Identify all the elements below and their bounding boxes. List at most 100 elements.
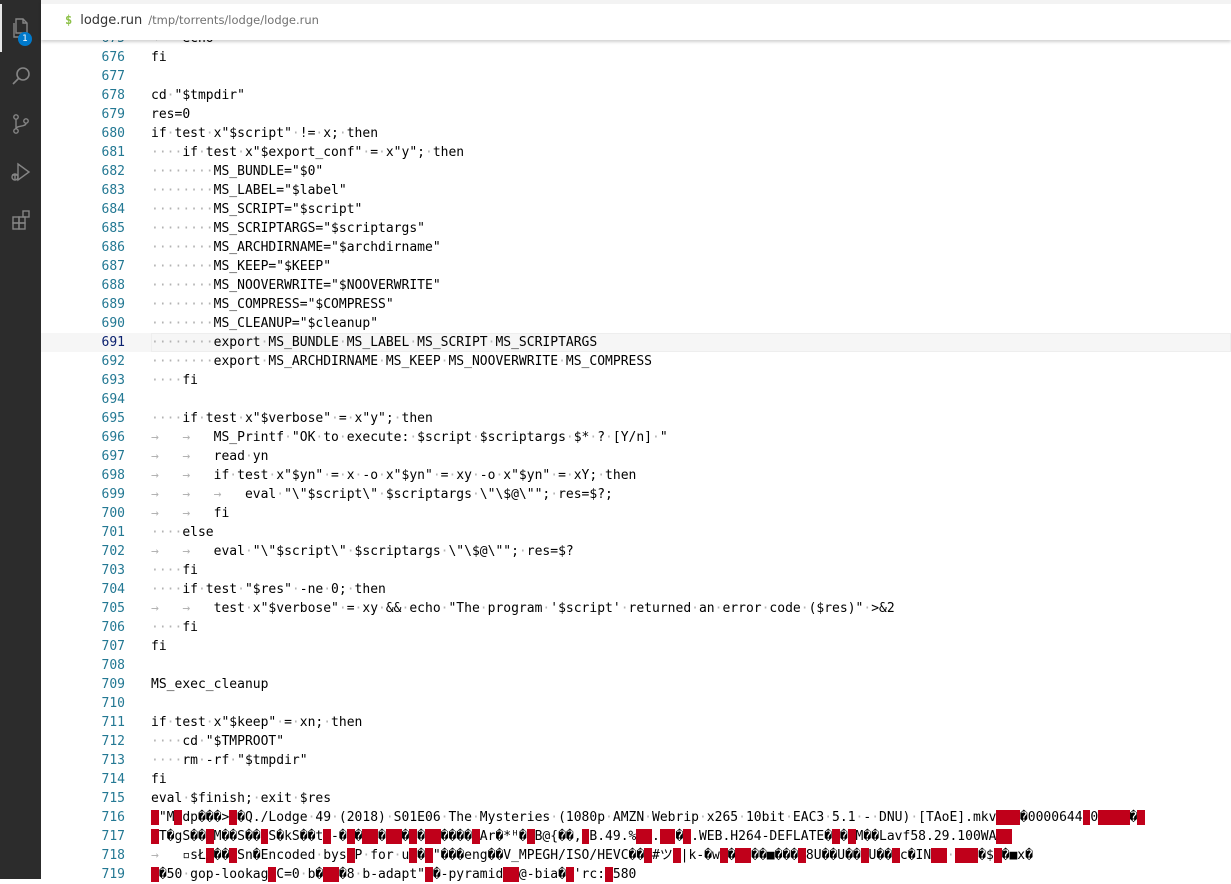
- code-line[interactable]: 683 ········MS_LABEL="$label": [41, 181, 1231, 200]
- tab-strip-edge: [41, 0, 1231, 4]
- code-line[interactable]: 695 ····if·test·x"$verbose"·=·x"y";·then: [41, 409, 1231, 428]
- line-number: 677: [101, 69, 125, 84]
- line-number: 706: [101, 620, 125, 635]
- code-line[interactable]: 689 ········MS_COMPRESS="$COMPRESS": [41, 295, 1231, 314]
- code-line[interactable]: 678 cd·"$tmpdir": [41, 86, 1231, 105]
- code-line[interactable]: 690 ········MS_CLEANUP="$cleanup": [41, 314, 1231, 333]
- editor[interactable]: $ lodge.run /tmp/torrents/lodge/lodge.ru…: [41, 0, 1231, 882]
- explorer-badge: 1: [18, 32, 32, 46]
- line-text: MS_exec_cleanup: [151, 677, 269, 692]
- line-number: 696: [101, 430, 125, 445]
- code-line[interactable]: 712 ····cd·"$TMPROOT": [41, 732, 1231, 751]
- code-line[interactable]: 703 ····fi: [41, 561, 1231, 580]
- code-line[interactable]: 713 ····rm·-rf·"$tmpdir": [41, 751, 1231, 770]
- code-line[interactable]: 701 ····else: [41, 523, 1231, 542]
- line-number: 695: [101, 411, 125, 426]
- line-number: 699: [101, 487, 125, 502]
- line-text: ····fi: [151, 563, 198, 578]
- search-button[interactable]: [0, 52, 41, 100]
- code-line[interactable]: 710: [41, 694, 1231, 713]
- source-control-button[interactable]: [0, 100, 41, 148]
- code-line[interactable]: 707 fi: [41, 637, 1231, 656]
- extensions-icon: [9, 208, 33, 232]
- line-number: 690: [101, 316, 125, 331]
- line-text: → → fi: [151, 506, 230, 521]
- code-line[interactable]: 694: [41, 390, 1231, 409]
- line-number: 717: [101, 829, 125, 844]
- code-line[interactable]: 705 → → test·x"$verbose"·=·xy·&&·echo·"Th…: [41, 599, 1231, 618]
- code-line[interactable]: 679 res=0: [41, 105, 1231, 124]
- code-line[interactable]: 715 eval·$finish;·exit·$res: [41, 789, 1231, 808]
- line-text: ····fi: [151, 373, 198, 388]
- line-number: 714: [101, 772, 125, 787]
- code-line[interactable]: 686 ········MS_ARCHDIRNAME="$archdirname": [41, 238, 1231, 257]
- code-line[interactable]: 699 → → → eval·"\"$script\"·$scriptargs·\…: [41, 485, 1231, 504]
- line-text: ········MS_BUNDLE="$0": [151, 164, 324, 179]
- search-icon: [9, 64, 33, 88]
- code-line[interactable]: 677: [41, 67, 1231, 86]
- line-text: ········MS_CLEANUP="$cleanup": [151, 316, 379, 331]
- breadcrumb: $ lodge.run /tmp/torrents/lodge/lodge.ru…: [41, 0, 1231, 40]
- source-control-icon: [9, 112, 33, 136]
- line-text: fi: [151, 50, 167, 65]
- line-text: ········MS_NOOVERWRITE="$NOOVERWRITE": [151, 278, 441, 293]
- line-number: 689: [101, 297, 125, 312]
- code-line[interactable]: 676 fi: [41, 48, 1231, 67]
- activity-bar: 1: [0, 0, 41, 879]
- code-line[interactable]: 714 fi: [41, 770, 1231, 789]
- code-line[interactable]: 691 ········export·MS_BUNDLE·MS_LABEL·MS_…: [41, 333, 1231, 352]
- code-line[interactable]: 702 → → eval·"\"$script\"·$scriptargs·\"\…: [41, 542, 1231, 561]
- code-line[interactable]: 688 ········MS_NOOVERWRITE="$NOOVERWRITE": [41, 276, 1231, 295]
- line-text: ········MS_SCRIPTARGS="$scriptargs": [151, 221, 425, 236]
- code-line[interactable]: 693 ····fi: [41, 371, 1231, 390]
- explorer-button[interactable]: 1: [0, 4, 41, 52]
- code-line[interactable]: 708: [41, 656, 1231, 675]
- line-text: ········MS_KEEP="$KEEP": [151, 259, 332, 274]
- line-number: 700: [101, 506, 125, 521]
- code-line[interactable]: 717 T�gS�� M��S�� S�kS��t -� � � � � ���…: [41, 827, 1231, 846]
- line-number: 710: [101, 696, 125, 711]
- code-line[interactable]: 685 ········MS_SCRIPTARGS="$scriptargs": [41, 219, 1231, 238]
- line-text: → → eval·"\"$script\"·$scriptargs·\"\$@\…: [151, 544, 574, 559]
- code-line[interactable]: 692 ········export·MS_ARCHDIRNAME·MS_KEEP…: [41, 352, 1231, 371]
- line-number: 704: [101, 582, 125, 597]
- line-number: 702: [101, 544, 125, 559]
- code-line[interactable]: 697 → → read·yn: [41, 447, 1231, 466]
- line-number: 676: [101, 50, 125, 65]
- line-number: 684: [101, 202, 125, 217]
- code-line[interactable]: 711 if·test·x"$keep"·=·xn;·then: [41, 713, 1231, 732]
- code-area[interactable]: 675→ echo676fi677678cd·"$tmpdir"679res=0…: [41, 29, 1231, 884]
- extensions-button[interactable]: [0, 196, 41, 244]
- code-line[interactable]: 696 → → MS_Printf·"OK·to·execute:·$script…: [41, 428, 1231, 447]
- code-line[interactable]: 684 ········MS_SCRIPT="$script": [41, 200, 1231, 219]
- code-line[interactable]: 718 → ▫sŁ �� Sn�Encoded·bys P·for·u � "��…: [41, 846, 1231, 865]
- run-debug-button[interactable]: [0, 148, 41, 196]
- line-text: ····if·test·x"$verbose"·=·x"y";·then: [151, 411, 433, 426]
- line-number: 698: [101, 468, 125, 483]
- code-line[interactable]: 706 ····fi: [41, 618, 1231, 637]
- line-text: ····if·test·x"$export_conf"·=·x"y";·then: [151, 145, 465, 160]
- line-text: ····if·test·"$res"·-ne·0;·then: [151, 582, 386, 597]
- line-text: cd·"$tmpdir": [151, 88, 245, 103]
- code-line[interactable]: 719 �50·gop-lookag C=0·b� �8·b-adapt" �-…: [41, 865, 1231, 884]
- code-line[interactable]: 700 → → fi: [41, 504, 1231, 523]
- code-line[interactable]: 704 ····if·test·"$res"·-ne·0;·then: [41, 580, 1231, 599]
- breadcrumb-file-name[interactable]: lodge.run: [80, 13, 142, 28]
- code-line[interactable]: 709 MS_exec_cleanup: [41, 675, 1231, 694]
- line-number: 678: [101, 88, 125, 103]
- line-text: eval·$finish;·exit·$res: [151, 791, 332, 806]
- code-line[interactable]: 698 → → if·test·x"$yn"·=·x·-o·x"$yn"·=·xy…: [41, 466, 1231, 485]
- line-number: 701: [101, 525, 125, 540]
- line-text: if·test·x"$script"·!=·x;·then: [151, 126, 379, 141]
- line-text: if·test·x"$keep"·=·xn;·then: [151, 715, 363, 730]
- code-line[interactable]: 680 if·test·x"$script"·!=·x;·then: [41, 124, 1231, 143]
- code-line[interactable]: 687 ········MS_KEEP="$KEEP": [41, 257, 1231, 276]
- line-number: 681: [101, 145, 125, 160]
- code-line[interactable]: 716 "M dp���> �Q./Lodge·49·(2018)·S01E06…: [41, 808, 1231, 827]
- line-text: → → if·test·x"$yn"·=·x·-o·x"$yn"·=·xy·-o…: [151, 468, 637, 483]
- code-line[interactable]: 682 ········MS_BUNDLE="$0": [41, 162, 1231, 181]
- line-number: 688: [101, 278, 125, 293]
- line-text: ········MS_ARCHDIRNAME="$archdirname": [151, 240, 441, 255]
- line-text: ····cd·"$TMPROOT": [151, 734, 285, 749]
- code-line[interactable]: 681 ····if·test·x"$export_conf"·=·x"y";·t…: [41, 143, 1231, 162]
